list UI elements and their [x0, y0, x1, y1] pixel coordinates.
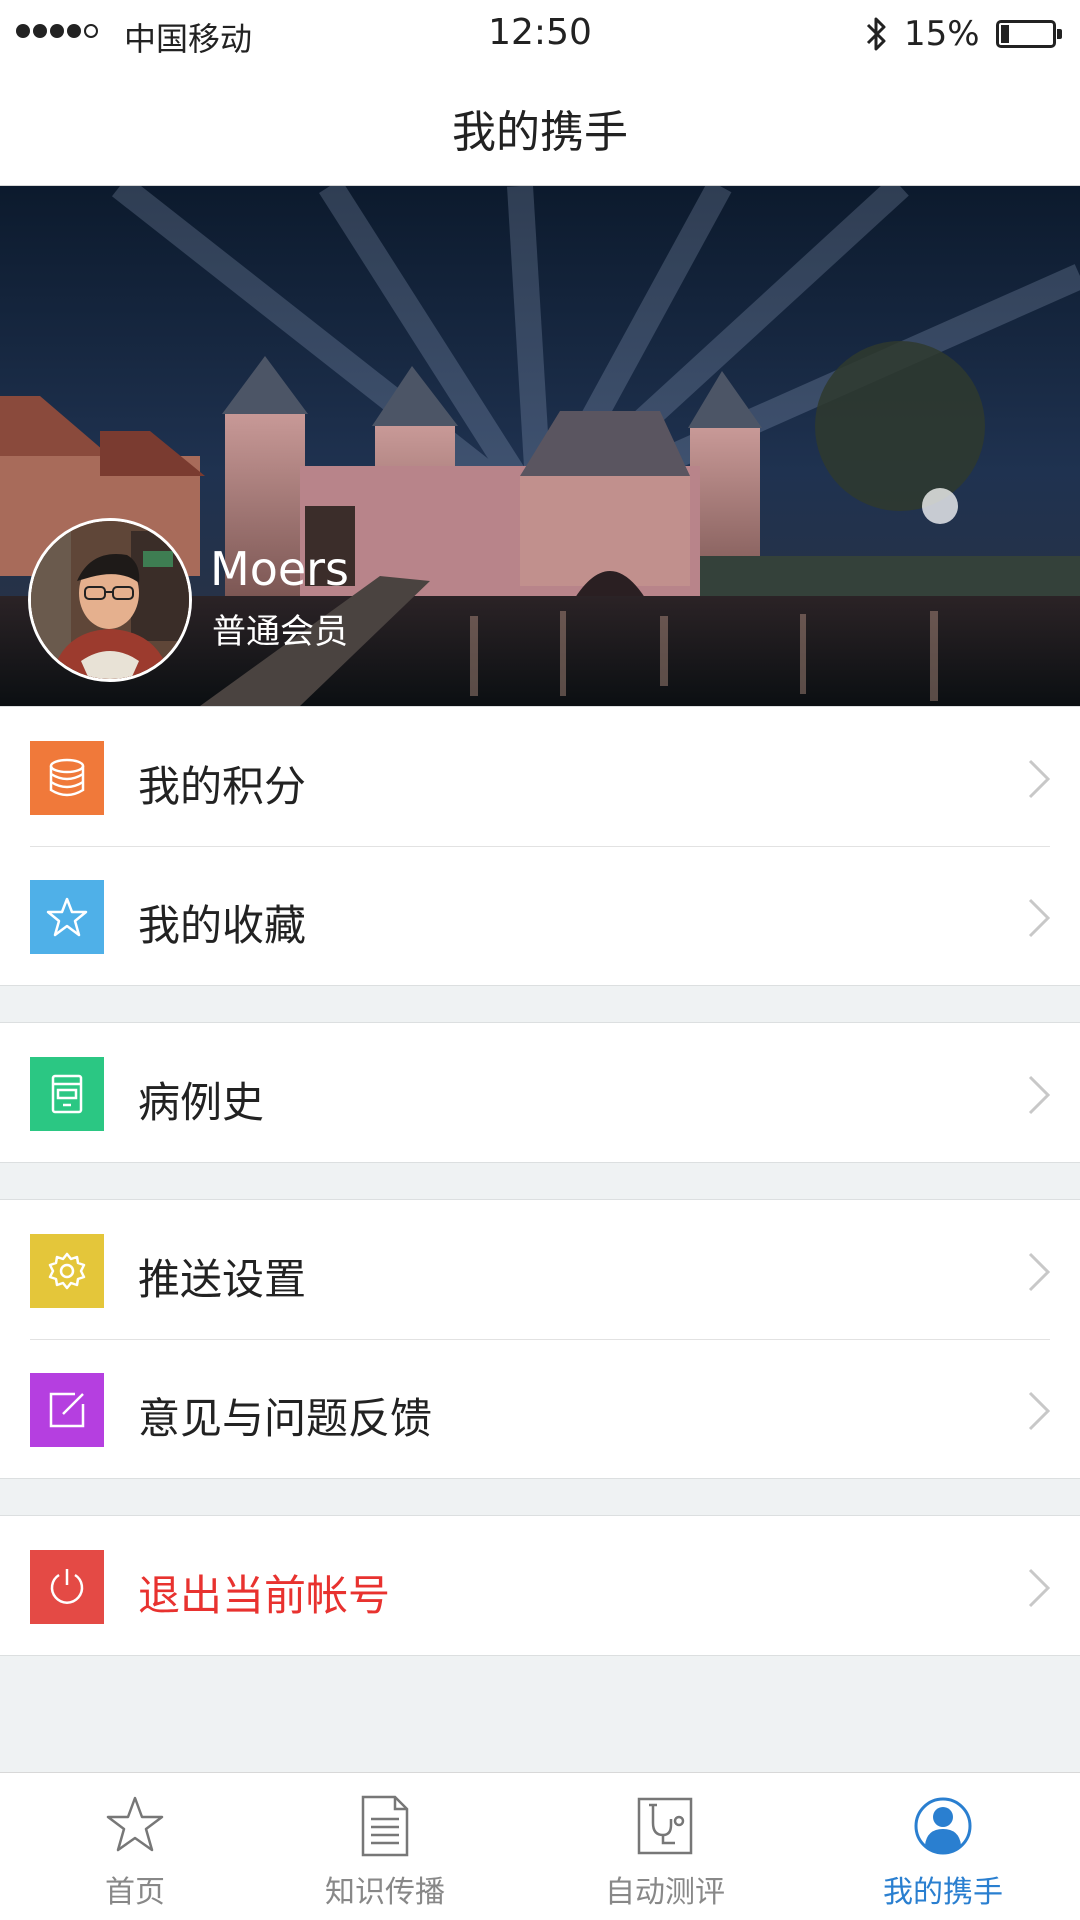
power-icon	[30, 1550, 104, 1624]
edit-icon	[30, 1373, 104, 1447]
menu-item-push-settings[interactable]: 推送设置	[0, 1200, 1080, 1339]
database-icon	[30, 741, 104, 815]
chevron-right-icon	[1028, 1568, 1050, 1608]
menu-item-points[interactable]: 我的积分	[0, 707, 1080, 846]
battery-icon	[996, 20, 1062, 48]
tab-mine-label: 我的携手	[883, 1875, 1003, 1910]
avatar[interactable]	[28, 518, 192, 682]
page-title: 我的携手	[452, 107, 628, 158]
gear-icon	[30, 1234, 104, 1308]
folder-icon	[30, 1057, 104, 1131]
star-outline-icon	[106, 1796, 164, 1852]
chevron-right-icon	[1028, 759, 1050, 799]
menu-item-history[interactable]: 病例史	[0, 1023, 1080, 1162]
chevron-right-icon	[1028, 1391, 1050, 1431]
tab-home-label: 首页	[105, 1875, 165, 1910]
chevron-right-icon	[1028, 1252, 1050, 1292]
profile-header: Moers 普通会员	[0, 186, 1080, 706]
logout-label: 退出当前帐号	[138, 1571, 391, 1620]
user-icon	[914, 1797, 972, 1855]
tab-mine[interactable]: 我的携手	[808, 1773, 1078, 1920]
menu-item-feedback[interactable]: 意见与问题反馈	[0, 1339, 1080, 1478]
avatar-photo-image	[31, 521, 189, 679]
logout-button[interactable]: 退出当前帐号	[0, 1516, 1080, 1655]
tab-bar: 首页 知识传播 自动测评 我的携手	[0, 1772, 1080, 1920]
bluetooth-icon	[866, 17, 886, 51]
menu-item-favorites[interactable]: 我的收藏	[0, 846, 1080, 985]
tab-home[interactable]: 首页	[0, 1773, 270, 1920]
membership-level: 普通会员	[212, 612, 348, 652]
status-bar: 中国移动 12:50 15%	[0, 0, 1080, 66]
menu-item-history-label: 病例史	[138, 1078, 265, 1127]
menu-group-logout: 退出当前帐号	[0, 1515, 1080, 1656]
menu-group-medical: 病例史	[0, 1022, 1080, 1163]
menu-item-push-settings-label: 推送设置	[138, 1255, 307, 1304]
menu-item-favorites-label: 我的收藏	[138, 901, 307, 950]
star-icon	[30, 880, 104, 954]
navigation-bar: 我的携手	[0, 66, 1080, 186]
tab-assessment[interactable]: 自动测评	[530, 1773, 800, 1920]
menu-item-feedback-label: 意见与问题反馈	[138, 1394, 433, 1443]
tab-knowledge[interactable]: 知识传播	[250, 1773, 520, 1920]
battery-percentage: 15%	[904, 14, 980, 54]
stethoscope-icon	[637, 1797, 693, 1855]
menu-group-account: 我的积分 我的收藏	[0, 706, 1080, 986]
tab-assessment-label: 自动测评	[605, 1875, 725, 1910]
chevron-right-icon	[1028, 898, 1050, 938]
menu-item-points-label: 我的积分	[138, 762, 307, 811]
document-icon	[361, 1795, 409, 1857]
user-name: Moers	[210, 542, 350, 596]
tab-knowledge-label: 知识传播	[325, 1875, 445, 1910]
menu-group-settings: 推送设置 意见与问题反馈	[0, 1199, 1080, 1479]
chevron-right-icon	[1028, 1075, 1050, 1115]
